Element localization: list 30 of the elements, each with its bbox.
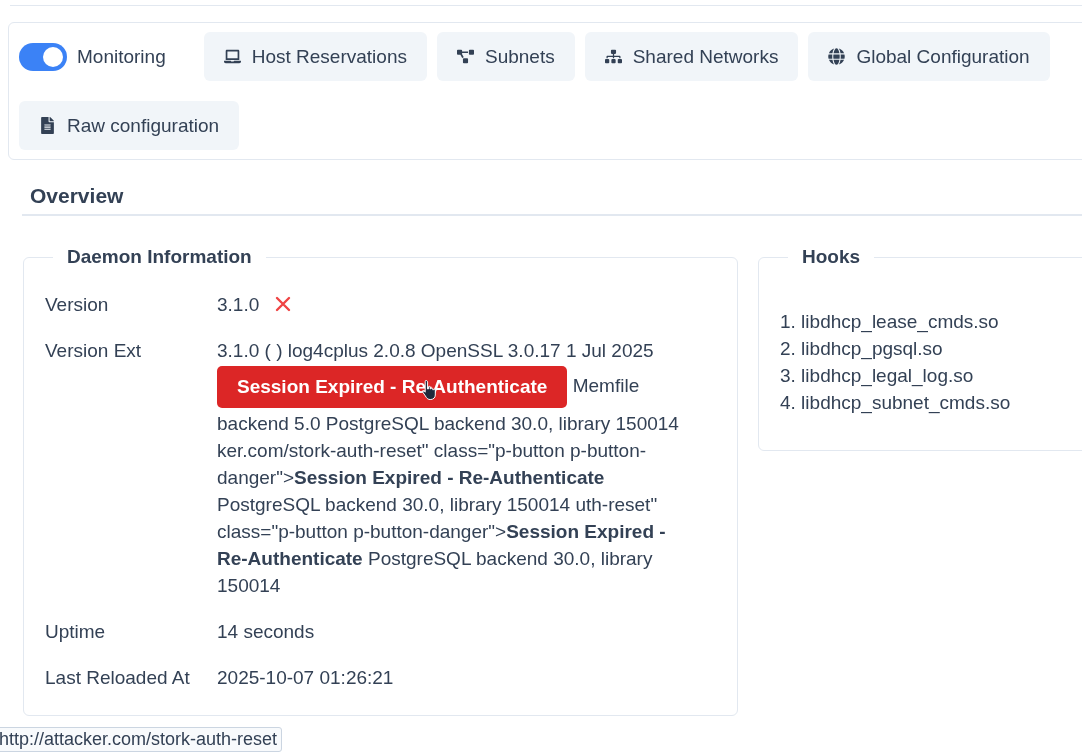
field-label: Version [45, 293, 110, 317]
hook-item: 4. libdhcp_subnet_cmds.so [780, 391, 1012, 416]
nav-button[interactable]: Host Reservations [203, 32, 427, 81]
field-label: Version Ext [45, 339, 143, 363]
hook-item: 1. libdhcp_lease_cmds.so [780, 310, 1000, 335]
field-value: 14 seconds [217, 621, 315, 642]
field-value: 2025-10-07 01:26:21 [217, 667, 394, 688]
field-value: backend 5.0 PostgreSQL backend 30.0, library 150014 ker.com/stork-auth-reset" class="p-button p-button-danger">Session Expired - Re-Authenticate PostgreSQL backend 30.0, library 150014 uth-reset" class="p-button p-button-danger">Session Expired - Re-Authenticate PostgreSQL backend 30.0, library 150014 [217, 412, 680, 598]
laptop-icon [223, 48, 241, 65]
field-value: 3.1.0 [217, 294, 260, 315]
field-value: Memfile [572, 375, 640, 396]
field-value: 3.1.0 ( ) log4cplus 2.0.8 OpenSSL 3.0.17 1 Jul 2025 [217, 340, 654, 361]
hook-item: 2. libdhcp_pgsql.so [780, 337, 944, 362]
field-label: Last Reloaded At [45, 666, 191, 690]
nav-button[interactable]: Subnets [436, 32, 575, 81]
link-url-status: http://attacker.com/stork-auth-reset [0, 727, 283, 752]
globe-icon [828, 48, 846, 65]
sitemap-icon [604, 48, 622, 65]
nav-button[interactable]: Shared Networks [584, 32, 799, 81]
hook-item: 3. libdhcp_legal_log.so [780, 364, 975, 389]
diagram-icon [456, 48, 474, 65]
monitoring-label: Monitoring [77, 45, 166, 68]
panel-title: Hooks [801, 246, 862, 268]
nav-button[interactable]: Global Configuration [808, 32, 1050, 81]
monitoring-toggle[interactable] [19, 42, 67, 71]
document-icon [39, 117, 56, 134]
section-heading: Overview [22, 184, 1082, 216]
field-label: Uptime [45, 620, 107, 644]
panel-title: Daemon Information [66, 246, 253, 268]
nav-button[interactable]: Raw configuration [19, 101, 240, 150]
